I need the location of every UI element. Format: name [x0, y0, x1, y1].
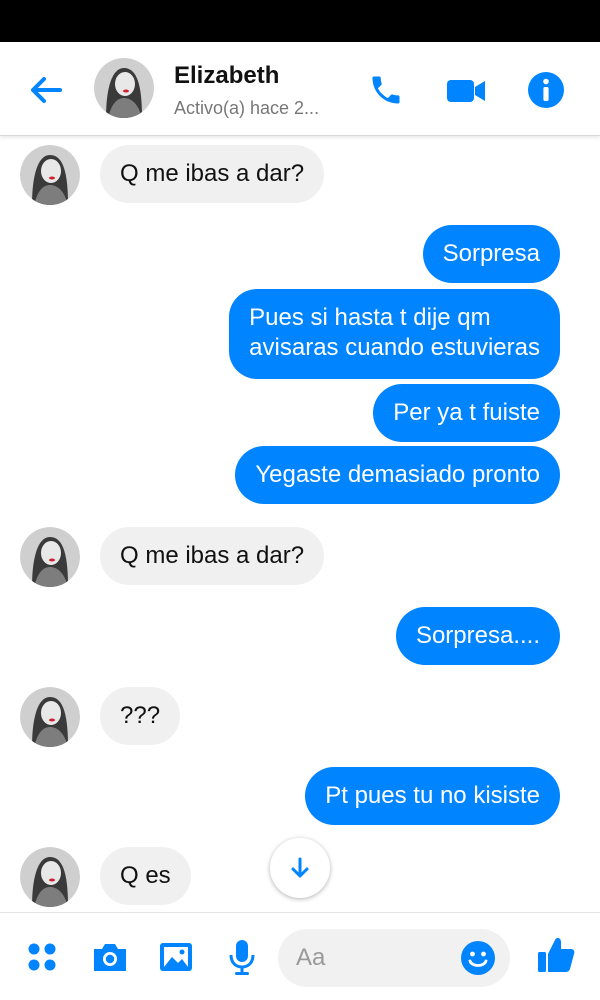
contact-name: Elizabeth: [174, 62, 280, 89]
contact-avatar[interactable]: [94, 58, 154, 118]
message-incoming[interactable]: Q me ibas a dar?: [100, 145, 325, 203]
conversation-header: Elizabeth Activo(a) hace 2...: [0, 42, 600, 136]
message-outgoing[interactable]: Per ya t fuiste: [373, 384, 560, 442]
info-icon: [528, 72, 564, 108]
message-incoming[interactable]: ???: [100, 687, 181, 745]
camera-button[interactable]: [88, 935, 132, 979]
message-incoming[interactable]: Q es: [100, 847, 191, 905]
contact-status: Activo(a) hace 2...: [174, 98, 320, 118]
scroll-to-bottom-button[interactable]: [270, 838, 330, 898]
message-outgoing-multiline[interactable]: Pues si hasta t dije qm avisaras cuando …: [229, 289, 560, 379]
gallery-icon: [160, 943, 192, 971]
back-arrow-icon: [31, 77, 62, 103]
contact-avatar-small: [20, 527, 80, 587]
contact-avatar-small: [20, 145, 80, 205]
message-outgoing[interactable]: Sorpresa....: [395, 607, 560, 665]
back-button[interactable]: [24, 68, 68, 112]
apps-button[interactable]: [20, 935, 64, 979]
message-outgoing[interactable]: Pt pues tu no kisiste: [305, 767, 560, 825]
gallery-button[interactable]: [154, 935, 198, 979]
message-incoming[interactable]: Q me ibas a dar?: [100, 527, 325, 585]
message-input[interactable]: [296, 943, 456, 973]
call-button[interactable]: [364, 68, 408, 112]
video-call-button[interactable]: [444, 68, 488, 112]
camera-icon: [94, 944, 126, 971]
status-bar: [0, 0, 600, 42]
voice-message-button[interactable]: [220, 935, 264, 979]
phone-icon: [372, 76, 400, 104]
arrow-down-icon: [291, 857, 309, 878]
like-button[interactable]: [534, 933, 578, 977]
message-outgoing[interactable]: Sorpresa: [422, 225, 560, 283]
emoji-icon[interactable]: [460, 940, 496, 976]
message-outgoing[interactable]: Yegaste demasiado pronto: [235, 446, 560, 504]
video-camera-icon: [447, 80, 485, 102]
contact-photo: [94, 58, 154, 118]
message-composer: [0, 912, 600, 1000]
apps-icon: [28, 943, 56, 971]
message-line-2: avisaras cuando estuvieras: [249, 334, 540, 361]
info-button[interactable]: [524, 68, 568, 112]
thumbs-up-icon: [538, 937, 575, 972]
message-input-box[interactable]: [278, 929, 510, 987]
microphone-icon: [229, 940, 255, 975]
contact-avatar-small: [20, 687, 80, 747]
message-line-1: Pues si hasta t dije qm: [249, 304, 491, 331]
contact-avatar-small: [20, 847, 80, 907]
